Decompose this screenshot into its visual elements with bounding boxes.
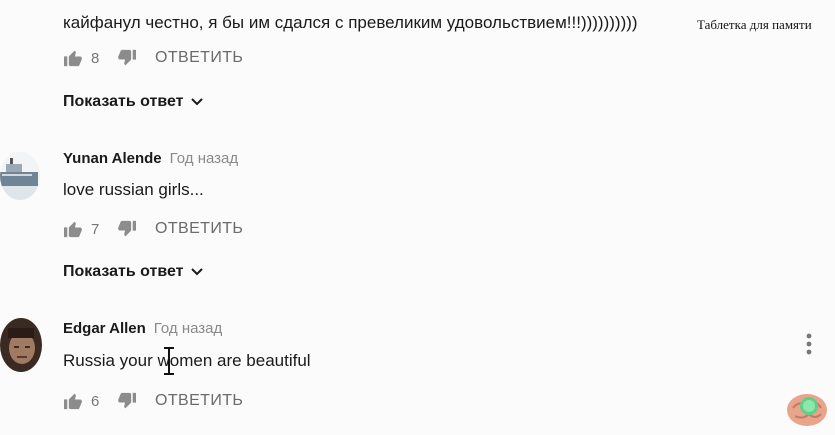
author-name[interactable]: Yunan Alende — [63, 150, 162, 167]
show-replies-label: Показать ответ — [63, 263, 184, 280]
channel-watermark: Таблетка для памяти — [697, 17, 812, 32]
avatar[interactable] — [0, 318, 42, 372]
show-replies-label: Показать ответ — [63, 93, 184, 110]
comment-text: кайфанул честно, я бы им сдался с превел… — [63, 13, 638, 32]
thumbs-down-icon[interactable] — [117, 392, 137, 410]
thumbs-down-icon[interactable] — [117, 49, 137, 67]
brain-logo-icon — [785, 388, 829, 435]
reply-button[interactable]: ОТВЕТИТЬ — [155, 392, 243, 410]
thumbs-up-icon[interactable] — [63, 392, 83, 410]
timestamp[interactable]: Год назад — [154, 320, 222, 337]
show-replies-button[interactable]: Показать ответ — [63, 263, 204, 281]
reply-button[interactable]: ОТВЕТИТЬ — [155, 49, 243, 67]
like-count: 6 — [91, 392, 100, 410]
comment-header: Yunan Alende Год назад — [63, 150, 238, 167]
thumbs-up-icon[interactable] — [63, 49, 83, 67]
comment-text: love russian girls... — [63, 180, 204, 199]
reply-button[interactable]: ОТВЕТИТЬ — [155, 220, 243, 238]
comment-text: Russia your women are beautiful — [63, 351, 311, 370]
show-replies-button[interactable]: Показать ответ — [63, 93, 204, 111]
like-count: 7 — [91, 220, 100, 238]
thumbs-up-icon[interactable] — [63, 220, 83, 238]
timestamp[interactable]: Год назад — [170, 150, 238, 167]
chevron-down-icon — [190, 98, 203, 106]
thumbs-down-icon[interactable] — [117, 220, 137, 238]
like-count: 8 — [91, 49, 100, 67]
text-cursor-icon — [162, 347, 176, 380]
comment-actions: 6 ОТВЕТИТЬ — [63, 388, 243, 414]
comment-header: Edgar Allen Год назад — [63, 320, 222, 337]
more-vert-icon[interactable] — [805, 333, 813, 355]
comment-actions: 7 ОТВЕТИТЬ — [63, 216, 243, 242]
comment-actions: 8 ОТВЕТИТЬ — [63, 45, 243, 71]
chevron-down-icon — [190, 268, 203, 276]
avatar[interactable] — [0, 152, 40, 200]
author-name[interactable]: Edgar Allen — [63, 320, 146, 337]
